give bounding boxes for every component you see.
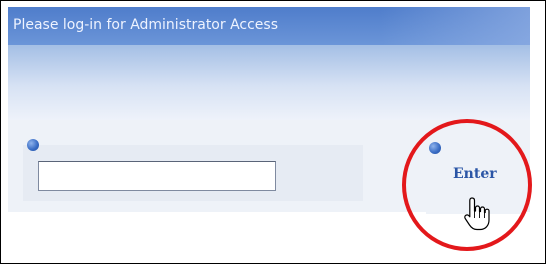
login-panel: Please log-in for Administrator Access E… (0, 0, 546, 264)
password-input[interactable] (38, 161, 276, 191)
login-title: Please log-in for Administrator Access (13, 17, 279, 33)
title-bar-fade (380, 7, 530, 45)
field-bullet-icon (27, 139, 39, 151)
hand-pointer-icon (464, 197, 490, 231)
title-bar: Please log-in for Administrator Access (8, 7, 530, 45)
enter-button-label[interactable]: Enter (453, 166, 497, 182)
header-gradient (8, 45, 530, 120)
button-bullet-icon (429, 142, 441, 154)
